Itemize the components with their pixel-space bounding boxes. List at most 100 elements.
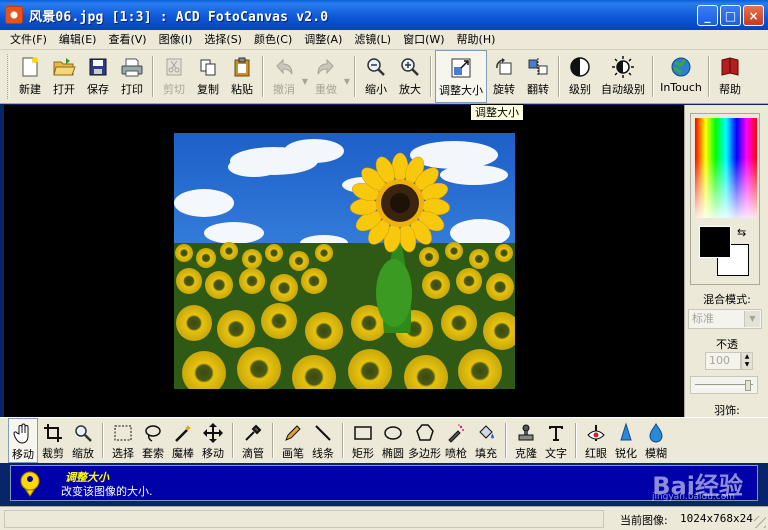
resize-icon <box>448 56 474 80</box>
auto-levels-button[interactable]: 自动级别 <box>597 50 649 103</box>
flip-icon <box>525 55 551 79</box>
paste-label: 粘贴 <box>231 83 253 96</box>
copy-button[interactable]: 复制 <box>191 50 225 103</box>
tool-fill[interactable]: 填充 <box>471 418 501 463</box>
flip-button[interactable]: 翻转 <box>521 50 555 103</box>
intouch-globe-icon <box>668 55 694 79</box>
new-file-icon <box>17 55 43 79</box>
blend-mode-select[interactable]: 标准 ▼ <box>688 309 762 329</box>
swap-colors-icon[interactable]: ⇆ <box>737 226 746 239</box>
hint-info-icon <box>17 470 43 498</box>
pencil-icon <box>281 422 305 444</box>
zoom-in-label: 放大 <box>399 83 421 96</box>
tool-text-label: 文字 <box>545 447 567 460</box>
menu-help[interactable]: 帮助(H) <box>451 31 502 49</box>
cut-button[interactable]: 剪切 <box>157 50 191 103</box>
open-button[interactable]: 打开 <box>47 50 81 103</box>
copy-icon <box>195 55 221 79</box>
sharpen-icon <box>614 422 638 444</box>
tool-polygon-label: 多边形 <box>408 447 441 460</box>
tool-sharpen-label: 锐化 <box>615 447 637 460</box>
tool-line[interactable]: 线条 <box>308 418 338 463</box>
resize-grip-icon[interactable] <box>754 516 766 528</box>
new-button[interactable]: 新建 <box>13 50 47 103</box>
maximize-button[interactable]: □ <box>720 5 741 26</box>
magic-wand-icon <box>171 422 195 444</box>
cut-icon <box>161 55 187 79</box>
color-spectrum[interactable] <box>695 118 757 218</box>
tool-move-label: 移动 <box>202 447 224 460</box>
paste-button[interactable]: 粘贴 <box>225 50 259 103</box>
toolbar-separator <box>558 56 560 97</box>
tool-rectangle[interactable]: 矩形 <box>348 418 378 463</box>
save-disk-icon <box>85 55 111 79</box>
toolbar-grip[interactable] <box>7 54 10 99</box>
zoom-out-button[interactable]: 缩小 <box>359 50 393 103</box>
minimize-button[interactable]: _ <box>697 5 718 26</box>
tool-red-eye-label: 红眼 <box>585 447 607 460</box>
opacity-input[interactable]: 100 <box>705 352 741 370</box>
tool-lasso[interactable]: 套索 <box>138 418 168 463</box>
blend-mode-value: 标准 <box>692 312 714 325</box>
tool-text[interactable]: 文字 <box>541 418 571 463</box>
redo-dropdown-icon[interactable]: ▼ <box>343 50 351 103</box>
flip-label: 翻转 <box>527 83 549 96</box>
tool-move-hand[interactable]: 移动 <box>8 418 38 463</box>
undo-button[interactable]: 撤消 <box>267 50 301 103</box>
hand-icon <box>11 423 35 445</box>
tool-polygon[interactable]: 多边形 <box>408 418 441 463</box>
tool-zoom[interactable]: 缩放 <box>68 418 98 463</box>
print-button[interactable]: 打印 <box>115 50 149 103</box>
menu-edit[interactable]: 编辑(E) <box>53 31 103 49</box>
menu-color[interactable]: 颜色(C) <box>248 31 298 49</box>
opacity-slider-thumb[interactable] <box>745 380 751 391</box>
save-button[interactable]: 保存 <box>81 50 115 103</box>
red-eye-icon <box>584 422 608 444</box>
image-workspace[interactable] <box>4 105 684 417</box>
tool-airbrush[interactable]: 喷枪 <box>441 418 471 463</box>
tool-clone[interactable]: 克隆 <box>511 418 541 463</box>
tool-move[interactable]: 移动 <box>198 418 228 463</box>
tool-red-eye[interactable]: 红眼 <box>581 418 611 463</box>
color-panel: ⇆ 混合模式: 标准 ▼ 不透 100 ▲ ▼ 羽饰: <box>684 105 768 417</box>
tool-ellipse[interactable]: 椭圆 <box>378 418 408 463</box>
tool-select-label: 选择 <box>112 447 134 460</box>
tool-rectangle-label: 矩形 <box>352 447 374 460</box>
tool-line-label: 线条 <box>312 447 334 460</box>
undo-dropdown-icon[interactable]: ▼ <box>301 50 309 103</box>
foreground-color-swatch[interactable] <box>699 226 731 258</box>
menu-window[interactable]: 窗口(W) <box>397 31 450 49</box>
resize-button[interactable]: 调整大小 <box>435 50 487 103</box>
printer-icon <box>119 55 145 79</box>
sunflower-image[interactable] <box>174 133 515 389</box>
menu-select[interactable]: 选择(S) <box>198 31 248 49</box>
menu-bar: 文件(F) 编辑(E) 查看(V) 图像(I) 选择(S) 颜色(C) 调整(A… <box>0 30 768 50</box>
redo-button[interactable]: 重做 <box>309 50 343 103</box>
tool-select[interactable]: 选择 <box>108 418 138 463</box>
help-button[interactable]: 帮助 <box>713 50 747 103</box>
tool-eyedropper[interactable]: 滴管 <box>238 418 268 463</box>
menu-filter[interactable]: 滤镜(L) <box>348 31 397 49</box>
tool-pencil[interactable]: 画笔 <box>278 418 308 463</box>
tool-crop[interactable]: 裁剪 <box>38 418 68 463</box>
opacity-spinner[interactable]: ▲ ▼ <box>741 352 753 370</box>
menu-image[interactable]: 图像(I) <box>153 31 199 49</box>
intouch-button[interactable]: InTouch <box>657 50 705 103</box>
rectangle-icon <box>351 422 375 444</box>
tool-sharpen[interactable]: 锐化 <box>611 418 641 463</box>
title-bar[interactable]: 风景06.jpg [1:3] : ACD FotoCanvas v2.0 _ □… <box>0 0 768 30</box>
menu-file[interactable]: 文件(F) <box>4 31 53 49</box>
rotate-button[interactable]: 旋转 <box>487 50 521 103</box>
menu-adjust[interactable]: 调整(A) <box>298 31 348 49</box>
tool-separator <box>575 423 577 458</box>
close-button[interactable]: × <box>743 5 764 26</box>
blend-mode-label: 混合模式: <box>703 293 751 306</box>
lasso-icon <box>141 422 165 444</box>
tool-blur[interactable]: 模糊 <box>641 418 671 463</box>
menu-view[interactable]: 查看(V) <box>102 31 152 49</box>
levels-button[interactable]: 级别 <box>563 50 597 103</box>
line-icon <box>311 422 335 444</box>
opacity-slider[interactable] <box>690 376 758 394</box>
zoom-in-button[interactable]: 放大 <box>393 50 427 103</box>
tool-magic-wand[interactable]: 魔棒 <box>168 418 198 463</box>
